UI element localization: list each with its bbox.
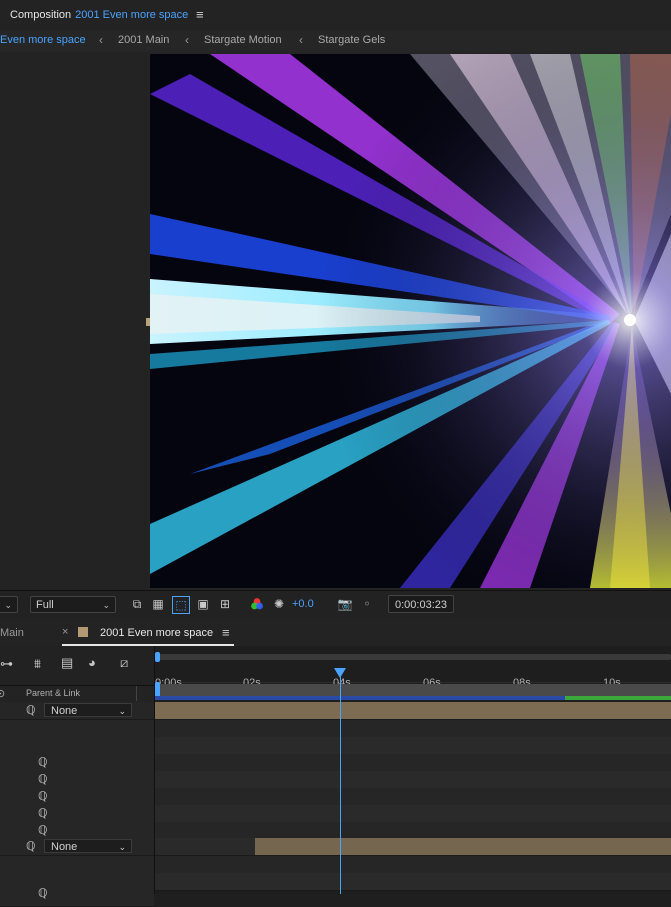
region-of-interest-icon[interactable]: ▣ — [195, 596, 211, 612]
current-time-field[interactable]: 0:00:03:23 — [388, 595, 454, 613]
breadcrumb-2001-main[interactable]: 2001 Main — [118, 34, 169, 46]
timeline-layer-panel: ⊶ ⩩ ▤ ◕ ⧄ ⊙ Parent & Link ℚ None ⌄ ℚ ℚ ℚ… — [0, 646, 154, 907]
reset-exposure-icon[interactable]: ✺ — [271, 596, 287, 612]
layer-row[interactable] — [0, 720, 154, 738]
timeline-tab-bar: Main × 2001 Even more space ≡ — [0, 618, 671, 646]
viewer-pasteboard — [0, 52, 148, 590]
parent-dropdown[interactable]: None ⌄ — [44, 839, 132, 853]
layer-row[interactable] — [0, 856, 154, 874]
breadcrumb-stargate-gels[interactable]: Stargate Gels — [318, 34, 385, 46]
composition-breadcrumb: Even more space ‹ 2001 Main ‹ Stargate M… — [0, 30, 671, 53]
spiral-pickwhip-icon[interactable]: ℚ — [38, 755, 47, 769]
exposure-value[interactable]: +0.0 — [292, 598, 314, 610]
spiral-pickwhip-icon[interactable]: ℚ — [26, 703, 35, 717]
resolution-value: Full — [36, 599, 54, 611]
viewer-toolbar: ⌄ Full ⌄ ⧉ ▦ ⬚ ▣ ⊞ ✺ +0.0 📷 ⚬ 0:00:03:23 — [0, 590, 671, 620]
layer-duration-bar[interactable] — [155, 702, 671, 719]
parent-dropdown[interactable]: None ⌄ — [44, 703, 132, 717]
chevron-left-icon: ‹ — [299, 33, 303, 47]
parent-value: None — [51, 841, 78, 853]
chevron-down-icon: ⌄ — [102, 600, 110, 610]
track-row[interactable] — [155, 720, 671, 738]
frame-blending-icon[interactable]: ▤ — [61, 655, 73, 671]
breadcrumb-stargate-motion[interactable]: Stargate Motion — [204, 34, 282, 46]
parent-value: None — [51, 705, 78, 717]
magnification-dropdown[interactable]: ⌄ — [0, 596, 18, 613]
graph-editor-icon[interactable]: ⧄ — [120, 655, 128, 671]
shy-layers-icon[interactable]: ⩩ — [34, 656, 41, 672]
chevron-down-icon: ⌄ — [118, 842, 126, 852]
panel-menu-icon[interactable]: ≡ — [196, 7, 204, 22]
grid-guides-icon[interactable]: ⊞ — [217, 596, 233, 612]
fast-previews-icon[interactable]: ⧉ — [129, 596, 145, 612]
spiral-pickwhip-icon[interactable]: ℚ — [38, 772, 47, 786]
layer-row[interactable]: ℚ — [0, 886, 154, 907]
layer-row[interactable] — [0, 737, 154, 755]
spiral-pickwhip-icon[interactable]: ℚ — [26, 839, 35, 853]
composition-name: 2001 Even more space — [75, 9, 189, 21]
playhead-line — [340, 674, 341, 894]
column-divider — [136, 686, 137, 701]
track-row[interactable] — [155, 737, 671, 755]
track-row[interactable] — [155, 754, 671, 772]
show-snapshot-icon[interactable]: ⚬ — [359, 596, 375, 612]
resolution-dropdown[interactable]: Full ⌄ — [30, 596, 116, 613]
track-row[interactable] — [155, 873, 671, 891]
transparency-grid-icon[interactable]: ▦ — [150, 596, 166, 612]
time-ruler[interactable]: 0:00s 02s 04s 06s 08s 10s — [155, 660, 671, 689]
stargate-render-image — [150, 54, 671, 588]
parent-link-header[interactable]: Parent & Link — [26, 688, 80, 698]
snapshot-camera-icon[interactable]: 📷 — [337, 596, 353, 612]
breadcrumb-even-more-space[interactable]: Even more space — [0, 34, 86, 46]
composition-label: Composition — [10, 9, 72, 21]
playhead-marker[interactable] — [334, 668, 346, 678]
tab-2001-even-more-space[interactable]: 2001 Even more space — [100, 627, 213, 639]
layer-row[interactable]: ℚ — [0, 805, 154, 823]
composition-viewer — [0, 52, 671, 590]
spiral-pickwhip-icon[interactable]: ℚ — [38, 886, 47, 900]
motion-blur-icon[interactable]: ◕ — [88, 655, 96, 670]
layer-row[interactable]: ℚ — [0, 788, 154, 806]
layer-row[interactable]: ℚ None ⌄ — [0, 702, 154, 720]
close-icon[interactable]: × — [62, 626, 68, 638]
track-row[interactable] — [155, 771, 671, 789]
track-row[interactable] — [155, 788, 671, 806]
spiral-pickwhip-icon[interactable]: ℚ — [38, 789, 47, 803]
composition-title[interactable]: Composition 2001 Even more space — [10, 9, 188, 21]
color-channels-icon[interactable] — [249, 596, 265, 612]
column-header: ⊙ Parent & Link — [0, 685, 154, 703]
layer-duration-bar[interactable] — [255, 838, 671, 855]
chevron-left-icon: ‹ — [99, 33, 103, 47]
panel-menu-icon[interactable]: ≡ — [222, 625, 230, 640]
tab-main[interactable]: Main — [0, 627, 24, 639]
layer-graph-icon[interactable]: ⊶ — [0, 656, 13, 672]
chevron-left-icon: ‹ — [185, 33, 189, 47]
composition-canvas[interactable] — [150, 54, 671, 588]
timeline-track-area[interactable]: 0:00s 02s 04s 06s 08s 10s — [154, 646, 671, 894]
cache-rendered-indicator — [565, 696, 671, 700]
track-row[interactable] — [155, 805, 671, 823]
layer-row[interactable]: ℚ — [0, 754, 154, 772]
mask-path-visibility-icon[interactable]: ⬚ — [172, 596, 190, 614]
layer-row[interactable]: ℚ None ⌄ — [0, 838, 154, 856]
pickwhip-icon: ⊙ — [0, 688, 6, 700]
track-row[interactable] — [155, 856, 671, 874]
chevron-down-icon: ⌄ — [4, 600, 12, 610]
tab-color-swatch — [78, 627, 88, 637]
chevron-down-icon: ⌄ — [118, 706, 126, 716]
spiral-pickwhip-icon[interactable]: ℚ — [38, 806, 47, 820]
layer-row[interactable]: ℚ — [0, 771, 154, 789]
spiral-pickwhip-icon[interactable]: ℚ — [38, 823, 47, 837]
composition-panel-header: Composition 2001 Even more space ≡ — [0, 0, 671, 31]
